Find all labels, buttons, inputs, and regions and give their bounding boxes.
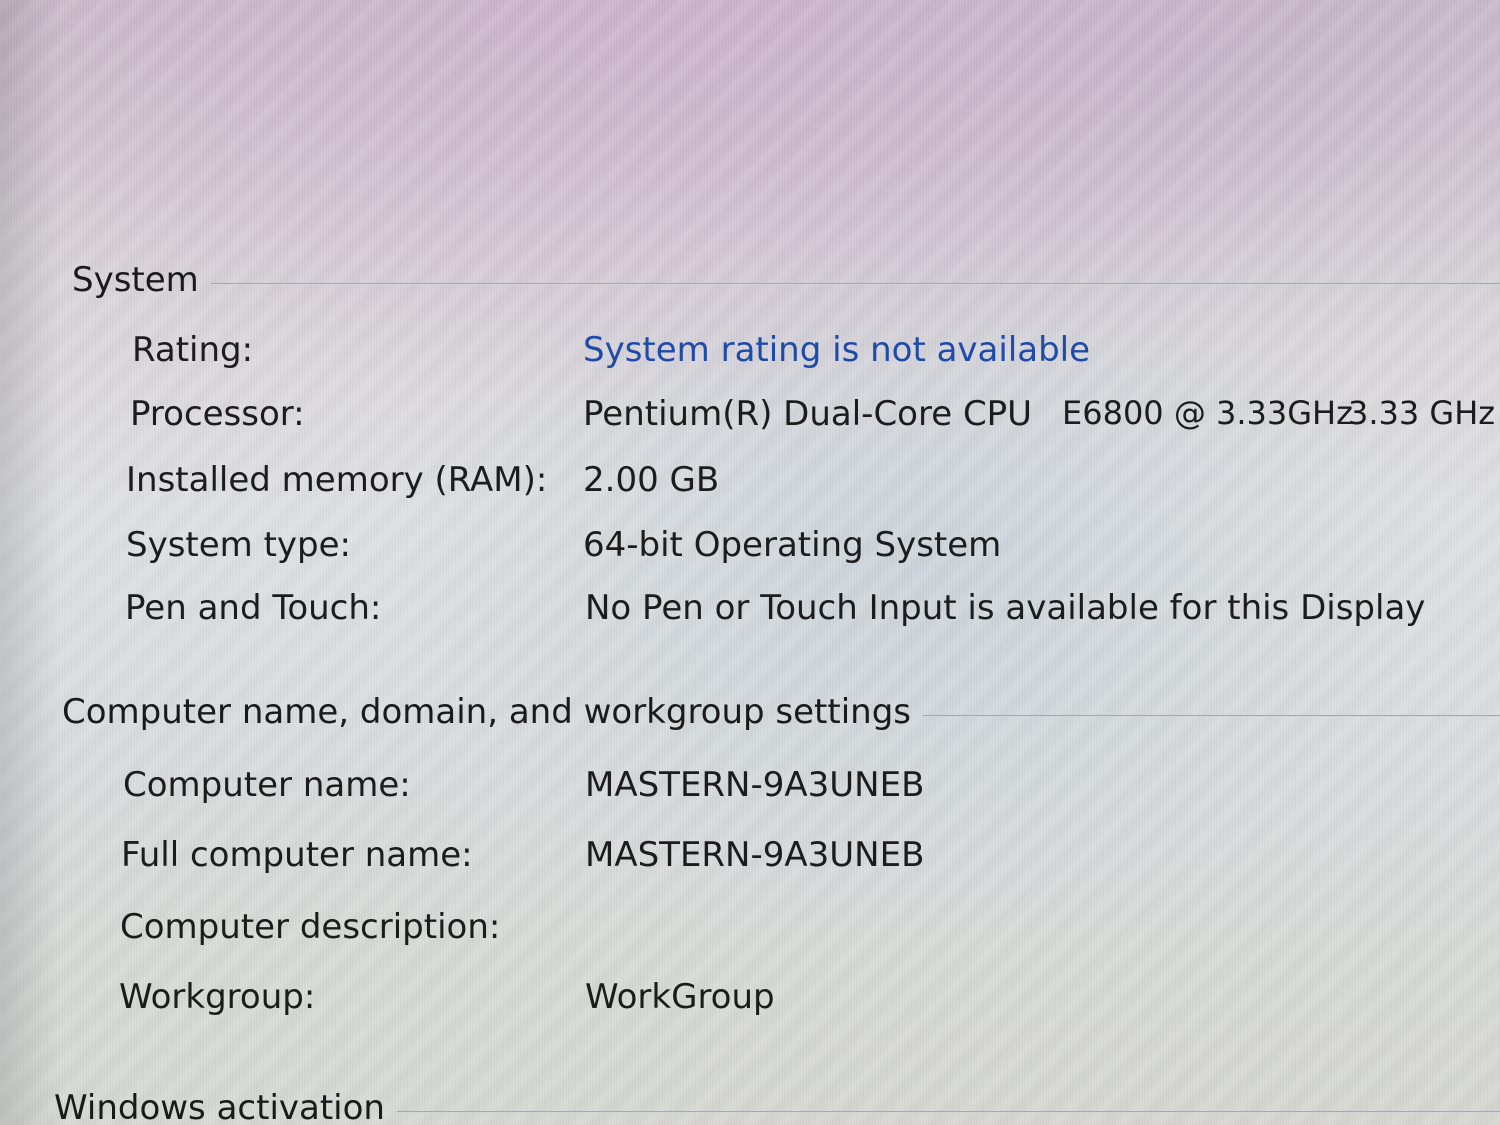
processor-row: Processor: Pentium(R) Dual-Core CPU E680… (0, 394, 1500, 440)
ram-value: 2.00 GB (583, 460, 720, 500)
computer-name-section-header: Computer name, domain, and workgroup set… (62, 690, 1500, 734)
ram-label: Installed memory (RAM): (126, 460, 548, 500)
workgroup-row: Workgroup: WorkGroup (0, 977, 1500, 1023)
system-section-title: System (72, 260, 199, 300)
computer-description-label: Computer description: (120, 907, 501, 947)
windows-activation-section-header: Windows activation (54, 1086, 1500, 1125)
computer-name-section-title: Computer name, domain, and workgroup set… (62, 692, 912, 732)
section-divider (923, 715, 1500, 717)
full-computer-name-label: Full computer name: (121, 835, 473, 875)
rating-label: Rating: (132, 330, 254, 370)
computer-name-row: Computer name: MASTERN-9A3UNEB (0, 765, 1500, 811)
processor-label: Processor: (130, 394, 305, 434)
ram-row: Installed memory (RAM): 2.00 GB (0, 460, 1500, 506)
computer-name-label: Computer name: (123, 765, 411, 805)
system-type-value: 64-bit Operating System (583, 525, 1002, 565)
processor-model: E6800 @ 3.33GHz (1062, 394, 1353, 432)
section-divider (210, 283, 1500, 285)
system-type-label: System type: (126, 525, 352, 565)
windows-activation-section-title: Windows activation (54, 1088, 385, 1125)
system-type-row: System type: 64-bit Operating System (0, 525, 1500, 571)
pen-touch-value: No Pen or Touch Input is available for t… (585, 588, 1426, 628)
pen-touch-label: Pen and Touch: (125, 588, 382, 628)
rating-row: Rating: System rating is not available (0, 330, 1500, 376)
processor-speed: 3.33 GHz (1348, 394, 1496, 432)
workgroup-value: WorkGroup (585, 977, 775, 1017)
computer-name-value: MASTERN-9A3UNEB (585, 765, 925, 805)
system-section-header: System (72, 258, 1500, 302)
pen-touch-row: Pen and Touch: No Pen or Touch Input is … (0, 588, 1500, 634)
full-computer-name-value: MASTERN-9A3UNEB (585, 835, 925, 875)
system-rating-link[interactable]: System rating is not available (583, 330, 1090, 370)
section-divider (396, 1111, 1500, 1113)
processor-name: Pentium(R) Dual-Core CPU (583, 394, 1033, 434)
computer-description-row: Computer description: (0, 907, 1500, 953)
full-computer-name-row: Full computer name: MASTERN-9A3UNEB (0, 835, 1500, 881)
workgroup-label: Workgroup: (119, 977, 316, 1017)
